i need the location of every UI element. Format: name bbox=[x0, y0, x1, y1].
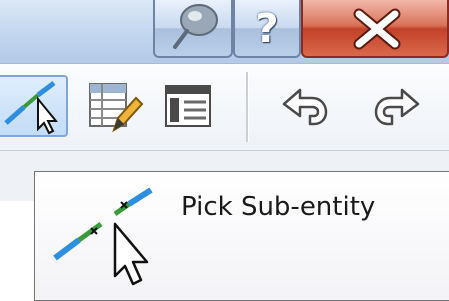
properties-sheet-button[interactable] bbox=[158, 78, 218, 134]
redo-button[interactable] bbox=[370, 82, 426, 130]
pushpin-icon bbox=[173, 4, 218, 49]
title-bar: ? bbox=[0, 0, 449, 64]
tooltip: Pick Sub-entity bbox=[34, 171, 449, 301]
pin-button[interactable] bbox=[153, 0, 233, 58]
close-button[interactable] bbox=[301, 0, 449, 58]
table-edit-icon bbox=[89, 83, 144, 133]
help-label: ? bbox=[255, 6, 279, 52]
redo-icon bbox=[374, 88, 420, 126]
tooltip-label: Pick Sub-entity bbox=[181, 192, 376, 222]
pick-sub-entity-icon bbox=[4, 81, 59, 135]
properties-sheet-icon bbox=[165, 85, 211, 127]
toolbar bbox=[0, 64, 449, 151]
pick-sub-entity-button[interactable] bbox=[0, 75, 68, 137]
table-edit-button[interactable] bbox=[84, 78, 144, 134]
undo-button[interactable] bbox=[276, 82, 332, 130]
help-button[interactable]: ? bbox=[233, 0, 301, 58]
close-icon bbox=[353, 8, 401, 50]
undo-icon bbox=[282, 88, 328, 126]
toolbar-separator bbox=[246, 72, 249, 142]
pick-sub-entity-icon bbox=[53, 187, 153, 286]
